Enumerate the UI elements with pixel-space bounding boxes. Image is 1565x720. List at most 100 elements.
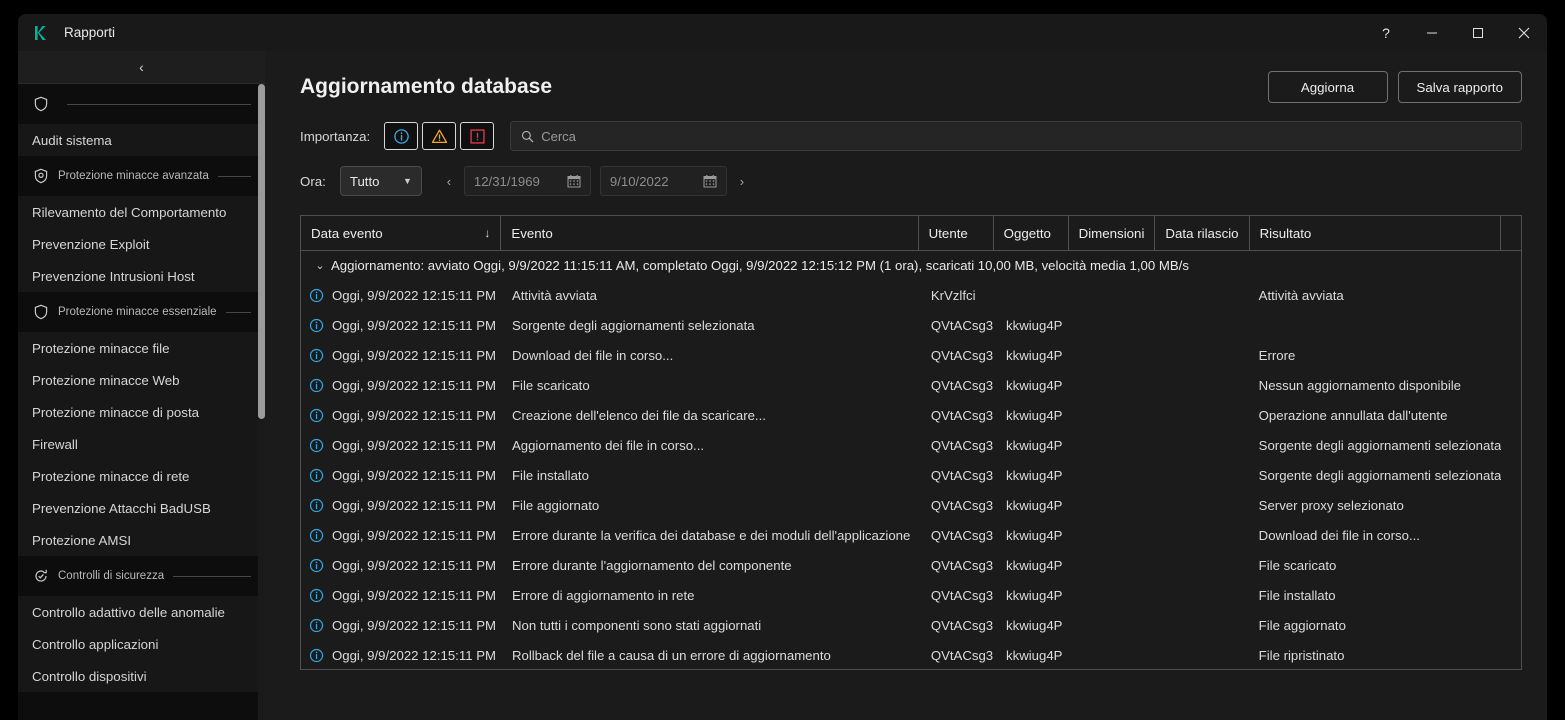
calendar-icon[interactable] [567, 174, 581, 188]
column-header-utente[interactable]: Utente [919, 216, 994, 250]
sidebar-item-firewall[interactable]: Firewall [18, 428, 265, 460]
column-header-data-rilascio[interactable]: Data rilascio [1155, 216, 1249, 250]
warning-filter-button[interactable] [422, 122, 456, 150]
divider [218, 176, 251, 177]
info-icon [309, 348, 324, 363]
save-report-button[interactable]: Salva rapporto [1398, 71, 1522, 103]
cell-text: Oggi, 9/9/2022 12:15:11 PM [332, 438, 496, 453]
cell-text: Oggi, 9/9/2022 12:15:11 PM [332, 288, 496, 303]
sidebar-item-protezione-minacce-file[interactable]: Protezione minacce file [18, 332, 265, 364]
sidebar-section-header [18, 84, 265, 124]
cell-utente: QVtACsg3 [921, 558, 996, 573]
events-table: Data evento ↓ Evento Utente Oggetto Dime… [300, 215, 1522, 670]
sidebar-item-prevenzione-exploit[interactable]: Prevenzione Exploit [18, 228, 265, 260]
sidebar-collapse-button[interactable]: ‹ [18, 51, 265, 84]
table-row[interactable]: Oggi, 9/9/2022 12:15:11 PMFile scaricato… [301, 370, 1521, 400]
sidebar-item-controllo-dispositivi[interactable]: Controllo dispositivi [18, 660, 265, 692]
next-period-button[interactable]: › [729, 168, 755, 194]
col-label: Oggetto [1004, 226, 1051, 241]
info-icon [309, 648, 324, 663]
table-row[interactable]: Oggi, 9/9/2022 12:15:11 PMAggiornamento … [301, 430, 1521, 460]
sidebar-item-prevenzione-attacchi-badusb[interactable]: Prevenzione Attacchi BadUSB [18, 492, 265, 524]
sidebar-item-prevenzione-intrusioni-host[interactable]: Prevenzione Intrusioni Host [18, 260, 265, 292]
kaspersky-logo-icon [32, 23, 52, 43]
column-header-data-evento[interactable]: Data evento ↓ [301, 216, 501, 250]
table-row[interactable]: Oggi, 9/9/2022 12:15:11 PM Download dei f… [301, 340, 1521, 370]
sidebar-item-protezione-minacce-web[interactable]: Protezione minacce Web [18, 364, 265, 396]
cell-risultato: File ripristinato [1249, 648, 1501, 663]
column-header-evento[interactable]: Evento [501, 216, 918, 250]
sidebar-item-protezione-minacce-di-rete[interactable]: Protezione minacce di rete [18, 460, 265, 492]
sidebar-section-items: Rilevamento del Comportamento Prevenzione… [18, 196, 265, 292]
column-header-oggetto[interactable]: Oggetto [994, 216, 1069, 250]
cell-oggetto: kkwiug4P [996, 618, 1071, 633]
sidebar-item-label: Audit sistema [32, 133, 112, 148]
sidebar-section-header: Protezione minacce essenziale [18, 292, 265, 332]
table-row[interactable]: Oggi, 9/9/2022 12:15:11 PMFile aggiornat… [301, 490, 1521, 520]
table-row[interactable]: Oggi, 9/9/2022 12:15:11 PMCreazione dell… [301, 400, 1521, 430]
column-header-risultato[interactable]: Risultato [1250, 216, 1501, 250]
cell-data-evento: Oggi, 9/9/2022 12:15:11 PM [301, 618, 502, 633]
table-group-row[interactable]: ⌄ Aggiornamento: avviato Oggi, 9/9/2022 … [301, 251, 1521, 280]
maximize-button[interactable] [1455, 14, 1501, 51]
table-row[interactable]: Oggi, 9/9/2022 12:15:11 PM Errore durante… [301, 550, 1521, 580]
chevron-down-icon: ▼ [403, 176, 412, 186]
cell-oggetto: kkwiug4P [996, 408, 1071, 423]
chevron-down-icon[interactable]: ⌄ [309, 259, 331, 272]
sidebar-item-label: Firewall [32, 437, 78, 452]
table-row[interactable]: Oggi, 9/9/2022 12:15:11 PMErrore di aggi… [301, 580, 1521, 610]
table-row[interactable]: Oggi, 9/9/2022 12:15:11 PMRollback del f… [301, 640, 1521, 670]
minimize-button[interactable] [1409, 14, 1455, 51]
cell-evento: Download dei file in corso... [502, 348, 921, 363]
cell-evento: Errore di aggiornamento in rete [502, 588, 921, 603]
refresh-button[interactable]: Aggiorna [1268, 71, 1388, 103]
column-header-dimensioni[interactable]: Dimensioni [1069, 216, 1156, 250]
sidebar-item-controllo-applicazioni[interactable]: Controllo applicazioni [18, 628, 265, 660]
prev-period-button[interactable]: ‹ [436, 168, 462, 194]
cell-text: Oggi, 9/9/2022 12:15:11 PM [332, 348, 496, 363]
cell-evento: Errore durante l'aggiornamento del compo… [502, 558, 921, 573]
calendar-icon[interactable] [703, 174, 717, 188]
cell-risultato: File aggiornato [1249, 618, 1501, 633]
sidebar-section-label: Protezione minacce avanzata [58, 170, 209, 182]
sidebar-scrollbar-track[interactable] [258, 84, 265, 720]
cell-data-evento: Oggi, 9/9/2022 12:15:11 PM [301, 648, 502, 663]
date-from-field[interactable]: 12/31/1969 [464, 166, 591, 196]
sidebar-item-label: Prevenzione Exploit [32, 237, 150, 252]
date-from-value: 12/31/1969 [474, 174, 540, 189]
time-filter-row: Ora: Tutto ▼ ‹ 12/31/1969 [265, 151, 1547, 196]
time-range-value: Tutto [350, 174, 380, 189]
table-row[interactable]: Oggi, 9/9/2022 12:15:11 PMAttività avvia… [301, 280, 1521, 310]
cell-utente: QVtACsg3 [921, 618, 996, 633]
cell-oggetto: kkwiug4P [996, 348, 1071, 363]
sidebar-item-protezione-minacce-di-posta[interactable]: Protezione minacce di posta [18, 396, 265, 428]
cell-data-evento: Oggi, 9/9/2022 12:15:11 PM [301, 288, 502, 303]
search-box[interactable] [510, 121, 1522, 151]
info-icon [309, 588, 324, 603]
sidebar-scrollbar-thumb[interactable] [258, 84, 265, 419]
info-filter-button[interactable] [384, 122, 418, 150]
sidebar-item-controllo-adattivo-delle-anomalie[interactable]: Controllo adattivo delle anomalie [18, 596, 265, 628]
security-controls-icon [32, 567, 50, 585]
sidebar-section-label: Controlli di sicurezza [58, 570, 164, 582]
cell-text: Oggi, 9/9/2022 12:15:11 PM [332, 558, 496, 573]
sidebar-item-audit-sistema[interactable]: Audit sistema [18, 124, 265, 156]
time-range-select[interactable]: Tutto ▼ [340, 166, 422, 196]
cell-oggetto: kkwiug4P [996, 318, 1071, 333]
table-row[interactable]: Oggi, 9/9/2022 12:15:11 PMNon tutti i co… [301, 610, 1521, 640]
cell-data-evento: Oggi, 9/9/2022 12:15:11 PM [301, 558, 502, 573]
cell-utente: QVtACsg3 [921, 318, 996, 333]
close-button[interactable] [1501, 14, 1547, 51]
title-bar: Rapporti ? [18, 14, 1547, 51]
help-button[interactable]: ? [1363, 14, 1409, 51]
sidebar-item-protezione-amsi[interactable]: Protezione AMSI [18, 524, 265, 556]
page-header: Aggiornamento database Aggiorna Salva ra… [265, 51, 1547, 103]
sidebar-item-rilevamento-del-comportamento[interactable]: Rilevamento del Comportamento [18, 196, 265, 228]
table-row[interactable]: Oggi, 9/9/2022 12:15:11 PMErrore durante… [301, 520, 1521, 550]
table-row[interactable]: Oggi, 9/9/2022 12:15:11 PMFile installat… [301, 460, 1521, 490]
search-input[interactable] [541, 129, 1511, 144]
critical-filter-button[interactable] [460, 122, 494, 150]
date-to-field[interactable]: 9/10/2022 [600, 166, 727, 196]
table-row[interactable]: Oggi, 9/9/2022 12:15:11 PMSorgente degli… [301, 310, 1521, 340]
cell-text: Oggi, 9/9/2022 12:15:11 PM [332, 408, 496, 423]
